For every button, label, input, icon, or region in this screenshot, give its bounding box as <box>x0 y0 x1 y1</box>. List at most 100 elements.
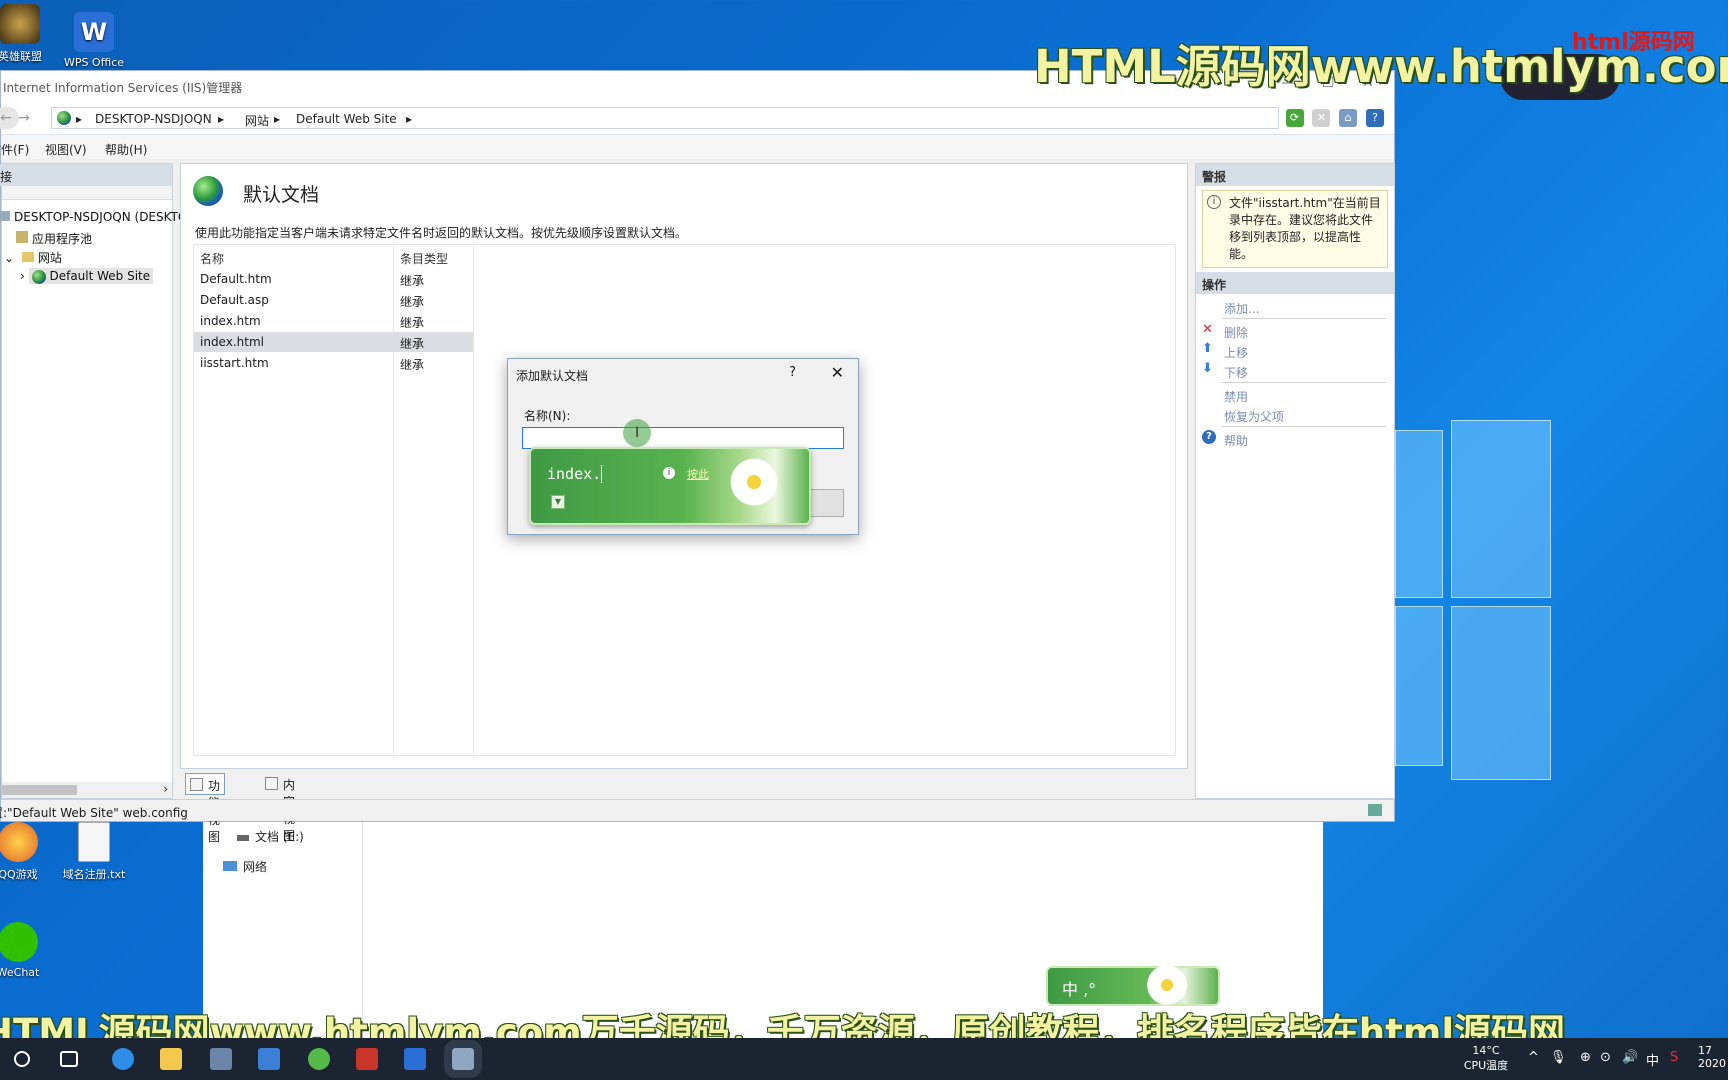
desktop-icon-wechat[interactable]: WeChat <box>0 922 58 979</box>
watermark-top-red: html源码网 <box>1572 30 1695 55</box>
horizontal-scrollbar[interactable]: › <box>2 782 172 798</box>
features-view-icon <box>190 778 203 791</box>
action-delete[interactable]: 删除 <box>1224 324 1248 341</box>
ime-hint-link[interactable]: 按此 <box>687 466 709 482</box>
breadcrumb-sites[interactable]: 网站 <box>245 112 269 129</box>
breadcrumb-server[interactable]: DESKTOP-NSDJOQN <box>95 112 212 126</box>
chevron-right-icon: › <box>20 269 25 283</box>
action-move-down[interactable]: 下移 <box>1224 364 1248 381</box>
store-icon[interactable] <box>210 1048 232 1070</box>
action-help[interactable]: 帮助 <box>1224 432 1248 449</box>
scroll-right-icon[interactable]: › <box>163 782 168 796</box>
qqgame-icon <box>0 822 38 862</box>
column-header-name[interactable]: 名称 <box>200 250 224 267</box>
text-cursor-icon: I <box>635 425 640 441</box>
action-disable[interactable]: 禁用 <box>1224 388 1248 405</box>
server-icon <box>0 211 10 221</box>
action-move-up[interactable]: 上移 <box>1224 344 1248 361</box>
tree-item-sites[interactable]: ⌄ 网站 <box>4 249 62 266</box>
action-add[interactable]: 添加... <box>1224 300 1259 317</box>
breadcrumb-arrow-icon: ▸ <box>76 112 83 126</box>
delete-icon: ✕ <box>1202 322 1213 337</box>
tab-content-view[interactable]: 内容视图 <box>261 773 299 843</box>
dialog-title: 添加默认文档 <box>516 369 589 383</box>
home-icon[interactable]: ⌂ <box>1339 109 1358 127</box>
menu-bar: 文件(F) 视图(V) 帮助(H) <box>0 135 1394 159</box>
help-icon: ? <box>1202 430 1216 444</box>
menu-help[interactable]: 帮助(H) <box>105 141 147 158</box>
arrow-up-icon: ⬆ <box>1202 341 1213 356</box>
ime-lang-indicator[interactable]: 中 <box>1646 1050 1659 1069</box>
globe-icon[interactable]: ⊙ <box>1600 1050 1611 1065</box>
ime-caret <box>601 465 602 483</box>
alerts-header: 警报 <box>1196 164 1394 186</box>
scroll-thumb[interactable] <box>2 785 77 795</box>
clock[interactable]: 17 2020 <box>1698 1044 1728 1070</box>
table-row[interactable]: Default.asp 继承 <box>194 290 473 310</box>
breadcrumb[interactable]: ▸ DESKTOP-NSDJOQN ▸ 网站 ▸ Default Web Sit… <box>51 107 1279 129</box>
globe-icon <box>57 111 71 125</box>
lol-icon <box>0 4 40 44</box>
weather-widget[interactable]: 14°C CPU温度 <box>1456 1044 1516 1073</box>
antivirus-icon[interactable]: S <box>1670 1050 1678 1065</box>
search-icon[interactable] <box>14 1051 30 1067</box>
divider <box>1222 318 1386 319</box>
connections-header: 连接 <box>0 164 172 186</box>
chevron-up-icon[interactable]: ^ <box>1528 1050 1539 1065</box>
network-icon[interactable]: ⊕ <box>1580 1050 1591 1065</box>
refresh-icon[interactable]: ⟳ <box>1285 109 1304 127</box>
connections-pane: 连接 DESKTOP-NSDJOQN (DESKTOP-NSDJOQN\ 应用程… <box>0 163 260 799</box>
app-green-icon[interactable] <box>308 1048 330 1070</box>
forward-button[interactable]: → <box>11 107 37 129</box>
dialog-help-button[interactable]: ? <box>789 365 796 380</box>
wechat-icon <box>0 922 38 962</box>
table-row-selected[interactable]: index.html 继承 <box>194 332 473 352</box>
tab-features-view[interactable]: 功能视图 <box>185 773 226 844</box>
name-input[interactable] <box>522 427 844 449</box>
table-row[interactable]: iisstart.htm 继承 <box>194 353 473 373</box>
desktop-icon-lol[interactable]: 英雄联盟 <box>0 4 60 64</box>
dialog-close-button[interactable]: ✕ <box>831 363 844 382</box>
folder-icon <box>21 252 34 262</box>
table-row[interactable]: Default.htm 继承 <box>194 269 473 289</box>
ime-candidate-window: index. i 按此 ▼ <box>529 447 811 525</box>
stop-icon[interactable]: ✕ <box>1312 109 1331 127</box>
task-view-icon[interactable] <box>60 1051 78 1067</box>
menu-file[interactable]: 文件(F) <box>0 141 29 158</box>
app-red-icon[interactable] <box>356 1048 378 1070</box>
address-bar: ← → ▸ DESKTOP-NSDJOQN ▸ 网站 ▸ Default Web… <box>0 101 1394 135</box>
microphone-icon[interactable]: 🎙 <box>1550 1050 1567 1065</box>
mail-icon[interactable] <box>258 1048 280 1070</box>
actions-pane: 警报 i 文件"iisstart.htm"在当前目录中存在。建议您将此文件移到列… <box>1195 163 1395 799</box>
arrow-down-icon: ⬇ <box>1202 361 1213 376</box>
desktop-icon-domain-txt[interactable]: 域名注册.txt <box>54 822 134 882</box>
daisy-decoration <box>727 455 781 509</box>
ime-status-bar[interactable]: 中 ,° <box>1046 962 1220 1008</box>
ime-dropdown-button[interactable]: ▼ <box>551 495 565 509</box>
column-header-type[interactable]: 条目类型 <box>400 250 448 267</box>
connections-toolbar <box>2 186 172 200</box>
tree-item-app-pools[interactable]: 应用程序池 <box>16 230 92 247</box>
menu-view[interactable]: 视图(V) <box>45 141 87 158</box>
table-row[interactable]: index.htm 继承 <box>194 311 473 331</box>
iis-taskbar-icon[interactable] <box>444 1040 482 1078</box>
action-revert-to-parent[interactable]: 恢复为父项 <box>1224 408 1284 425</box>
default-document-globe-icon <box>193 176 223 206</box>
divider <box>1222 382 1386 383</box>
desktop-icon-qqgame[interactable]: QQ游戏 <box>0 822 58 882</box>
alert-box: i 文件"iisstart.htm"在当前目录中存在。建议您将此文件移到列表顶部… <box>1202 190 1388 268</box>
desktop-icon-wps[interactable]: W WPS Office <box>54 12 134 69</box>
ime-status-text: 中 ,° <box>1062 980 1097 999</box>
help-icon[interactable]: ? <box>1366 109 1384 127</box>
explorer-item-network[interactable]: 网络 <box>223 858 267 875</box>
name-label: 名称(N): <box>524 409 571 423</box>
volume-icon[interactable]: 🔊 <box>1622 1050 1638 1065</box>
edge-icon[interactable] <box>112 1048 134 1070</box>
windows-logo-wallpaper <box>1395 420 1595 790</box>
info-icon: i <box>1207 195 1221 209</box>
wps-icon: W <box>74 12 114 52</box>
tree-item-default-web-site[interactable]: › Default Web Site <box>20 268 154 284</box>
file-explorer-icon[interactable] <box>160 1048 182 1070</box>
breadcrumb-site[interactable]: Default Web Site <box>296 112 397 126</box>
app-p-icon[interactable] <box>404 1048 426 1070</box>
